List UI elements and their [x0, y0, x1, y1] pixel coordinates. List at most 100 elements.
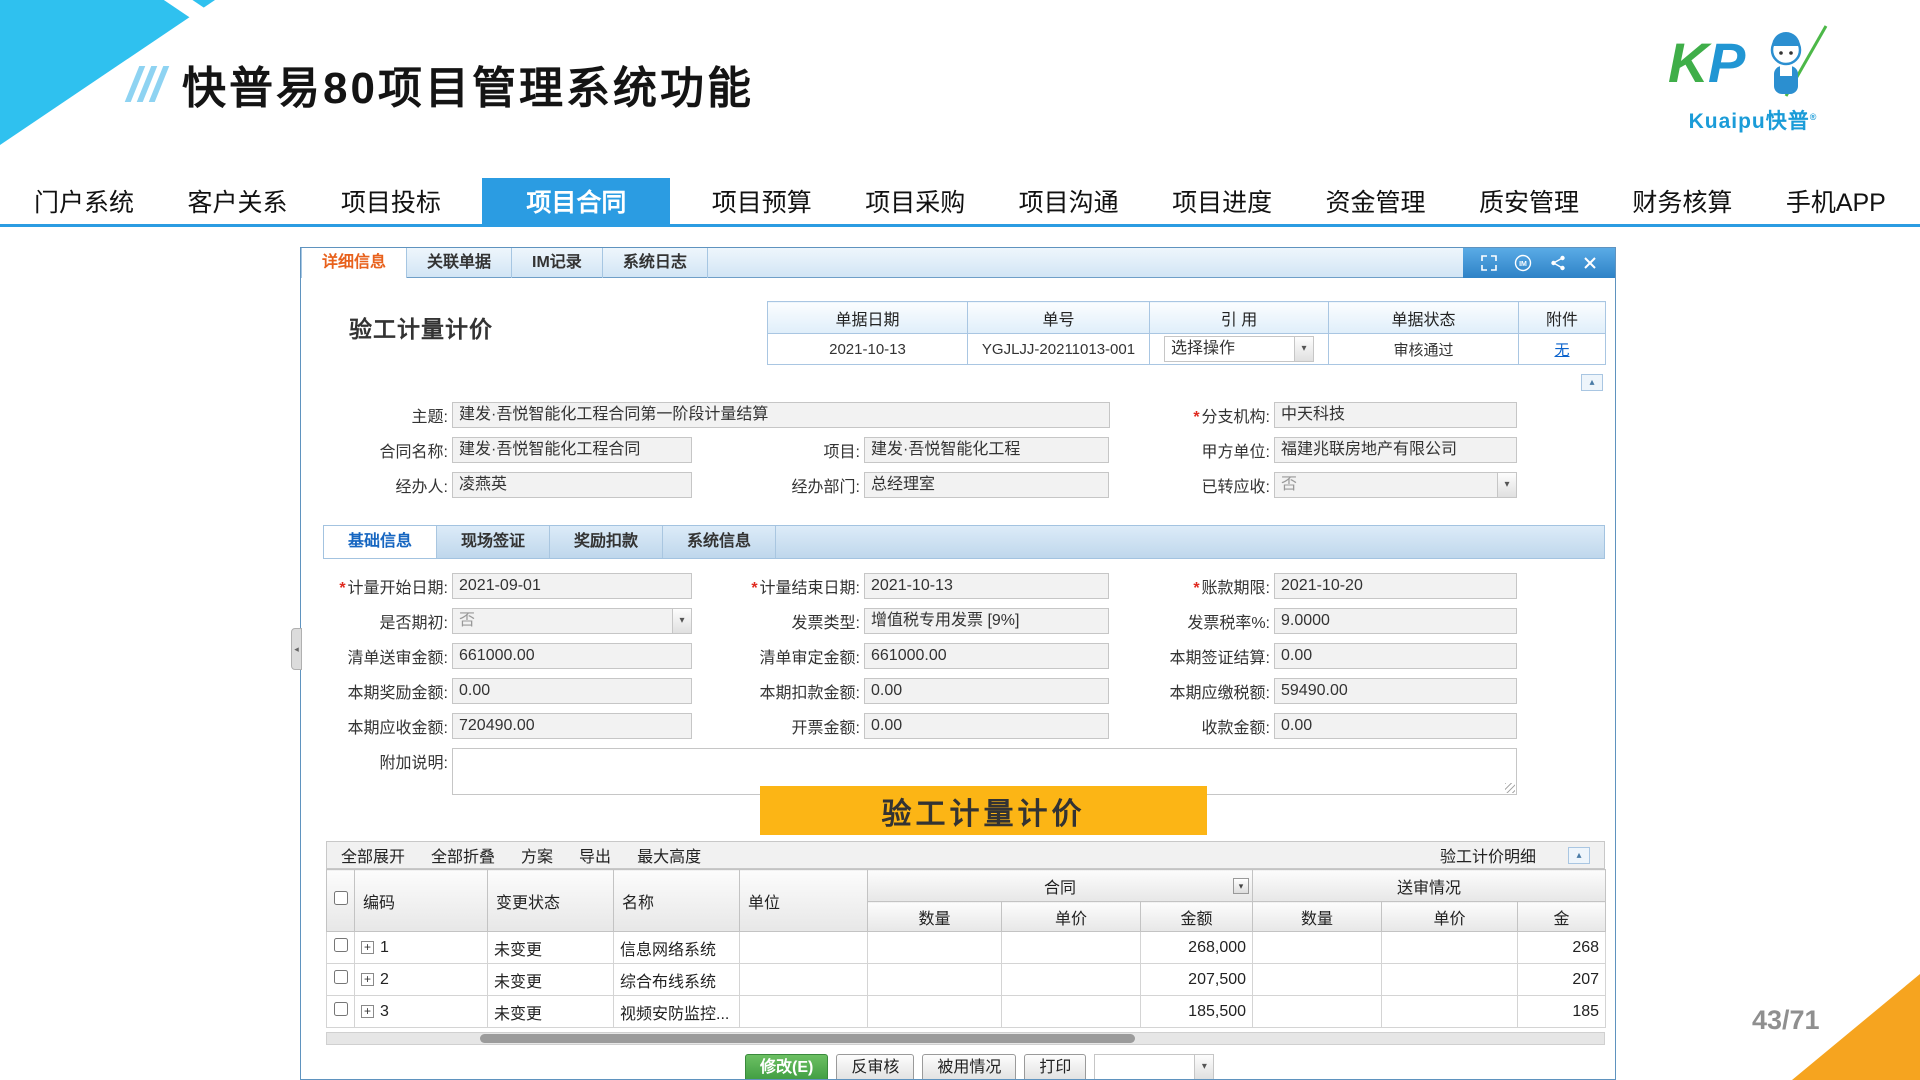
- submitted-amount-input[interactable]: 661000.00: [452, 643, 692, 669]
- project-input[interactable]: 建发·吾悦智能化工程: [864, 437, 1109, 463]
- visa-settlement-input[interactable]: 0.00: [1274, 643, 1517, 669]
- im-icon[interactable]: IM: [1514, 254, 1532, 272]
- nav-item-funds[interactable]: 资金管理: [1314, 178, 1438, 224]
- modify-button[interactable]: 修改(E): [745, 1054, 828, 1080]
- nav-item-budget[interactable]: 项目预算: [700, 178, 824, 224]
- reference-select[interactable]: 选择操作▾: [1164, 336, 1314, 362]
- field-label: *账款期限:: [1131, 575, 1270, 602]
- table-row[interactable]: +1 未变更 信息网络系统 268,000 268: [327, 932, 1606, 964]
- form-title: 验工计量计价: [349, 310, 493, 344]
- grid-title: 验工计价明细: [1440, 843, 1536, 867]
- field-label: 附加说明:: [301, 750, 448, 777]
- field-label: 是否期初:: [301, 610, 448, 637]
- h-scrollbar[interactable]: [326, 1032, 1605, 1045]
- field-label: 已转应收:: [1131, 474, 1270, 501]
- nav-item-mobile-app[interactable]: 手机APP: [1774, 178, 1898, 224]
- toolbar-export[interactable]: 导出: [579, 843, 611, 867]
- footer-select[interactable]: ▾: [1094, 1054, 1214, 1080]
- deduction-amount-input[interactable]: 0.00: [864, 678, 1109, 704]
- unapprove-button[interactable]: 反审核: [836, 1054, 914, 1080]
- subtab-reward-deduction[interactable]: 奖励扣款: [550, 526, 663, 558]
- h-scrollbar-thumb[interactable]: [480, 1034, 1135, 1043]
- tax-due-input[interactable]: 59490.00: [1274, 678, 1517, 704]
- tab-im-records[interactable]: IM记录: [512, 248, 603, 278]
- nav-item-finance[interactable]: 财务核算: [1620, 178, 1744, 224]
- row-checkbox[interactable]: [334, 1002, 348, 1016]
- subtab-basic-info[interactable]: 基础信息: [324, 526, 437, 558]
- field-label: 甲方单位:: [1131, 439, 1270, 466]
- field-label: 本期奖励金额:: [301, 680, 448, 707]
- nav-item-customer[interactable]: 客户关系: [175, 178, 299, 224]
- invoice-type-input[interactable]: 增值税专用发票 [9%]: [864, 608, 1109, 634]
- logo-graphic: K P: [1668, 24, 1838, 100]
- transferred-select[interactable]: 否▾: [1274, 472, 1517, 498]
- page-title: 快普易80项目管理系统功能: [182, 52, 754, 116]
- subtab-system-info[interactable]: 系统信息: [663, 526, 776, 558]
- toolbar-expand-all[interactable]: 全部展开: [341, 843, 405, 867]
- expand-icon[interactable]: +: [361, 941, 374, 954]
- chevron-down-icon: ▾: [1497, 473, 1516, 497]
- table-row[interactable]: +3 未变更 视频安防监控... 185,500 185: [327, 996, 1606, 1028]
- expand-icon[interactable]: +: [361, 973, 374, 986]
- expand-icon[interactable]: +: [361, 1005, 374, 1018]
- nav-item-bidding[interactable]: 项目投标: [329, 178, 453, 224]
- receivable-amount-input[interactable]: 720490.00: [452, 713, 692, 739]
- usage-button[interactable]: 被用情况: [922, 1054, 1016, 1080]
- nav-item-quality[interactable]: 质安管理: [1467, 178, 1591, 224]
- field-label: 发票类型:: [721, 610, 860, 637]
- due-date-input[interactable]: 2021-10-20: [1274, 573, 1517, 599]
- subject-input[interactable]: 建发·吾悦智能化工程合同第一阶段计量结算: [452, 402, 1110, 428]
- party-a-input[interactable]: 福建兆联房地产有限公司: [1274, 437, 1517, 463]
- initial-period-select[interactable]: 否▾: [452, 608, 692, 634]
- print-button[interactable]: 打印: [1024, 1054, 1086, 1080]
- row-checkbox[interactable]: [334, 938, 348, 952]
- col-group-review: 送审情况: [1253, 870, 1606, 902]
- contract-group-dropdown[interactable]: ▾: [1233, 878, 1249, 894]
- end-date-input[interactable]: 2021-10-13: [864, 573, 1109, 599]
- approved-amount-input[interactable]: 661000.00: [864, 643, 1109, 669]
- field-label: 清单送审金额:: [301, 645, 448, 672]
- select-all-checkbox[interactable]: [334, 891, 348, 905]
- window-controls: IM: [1463, 248, 1615, 278]
- doc-col-reference: 引 用: [1150, 302, 1329, 334]
- row-checkbox[interactable]: [334, 970, 348, 984]
- reward-amount-input[interactable]: 0.00: [452, 678, 692, 704]
- nav-item-progress[interactable]: 项目进度: [1160, 178, 1284, 224]
- received-amount-input[interactable]: 0.00: [1274, 713, 1517, 739]
- title-accent-marks: [132, 66, 162, 102]
- window-tabbar: 详细信息 关联单据 IM记录 系统日志 IM: [301, 248, 1615, 278]
- subtab-site-visa[interactable]: 现场签证: [437, 526, 550, 558]
- branch-input[interactable]: 中天科技: [1274, 402, 1517, 428]
- nav-item-contract[interactable]: 项目合同: [482, 178, 670, 224]
- nav-item-procurement[interactable]: 项目采购: [853, 178, 977, 224]
- start-date-input[interactable]: 2021-09-01: [452, 573, 692, 599]
- nav-item-communication[interactable]: 项目沟通: [1007, 178, 1131, 224]
- tab-related-docs[interactable]: 关联单据: [407, 248, 512, 278]
- collapse-panel-button[interactable]: ▴: [1581, 374, 1603, 391]
- fullscreen-icon[interactable]: [1481, 255, 1497, 271]
- share-icon[interactable]: [1550, 255, 1566, 271]
- contract-name-input[interactable]: 建发·吾悦智能化工程合同: [452, 437, 692, 463]
- field-label: 清单审定金额:: [721, 645, 860, 672]
- close-icon[interactable]: [1583, 256, 1597, 270]
- table-row[interactable]: +2 未变更 综合布线系统 207,500 207: [327, 964, 1606, 996]
- tax-rate-input[interactable]: 9.0000: [1274, 608, 1517, 634]
- toolbar-max-height[interactable]: 最大高度: [637, 843, 701, 867]
- field-label: 发票税率%:: [1131, 610, 1270, 637]
- field-label: 本期签证结算:: [1131, 645, 1270, 672]
- grid-collapse-button[interactable]: ▴: [1568, 847, 1590, 864]
- tab-system-log[interactable]: 系统日志: [603, 248, 708, 278]
- slide-page-number: 43/71: [1752, 1005, 1820, 1036]
- handler-input[interactable]: 凌燕英: [452, 472, 692, 498]
- tab-detail-info[interactable]: 详细信息: [301, 248, 407, 278]
- svg-text:K: K: [1668, 31, 1712, 94]
- panel-collapse-handle[interactable]: ◂: [291, 628, 302, 670]
- field-label: *分支机构:: [1131, 404, 1270, 431]
- invoiced-amount-input[interactable]: 0.00: [864, 713, 1109, 739]
- resize-handle[interactable]: [1505, 783, 1515, 793]
- nav-item-portal[interactable]: 门户系统: [22, 178, 146, 224]
- toolbar-collapse-all[interactable]: 全部折叠: [431, 843, 495, 867]
- attachment-link[interactable]: 无: [1554, 342, 1569, 359]
- toolbar-scheme[interactable]: 方案: [521, 843, 553, 867]
- department-input[interactable]: 总经理室: [864, 472, 1109, 498]
